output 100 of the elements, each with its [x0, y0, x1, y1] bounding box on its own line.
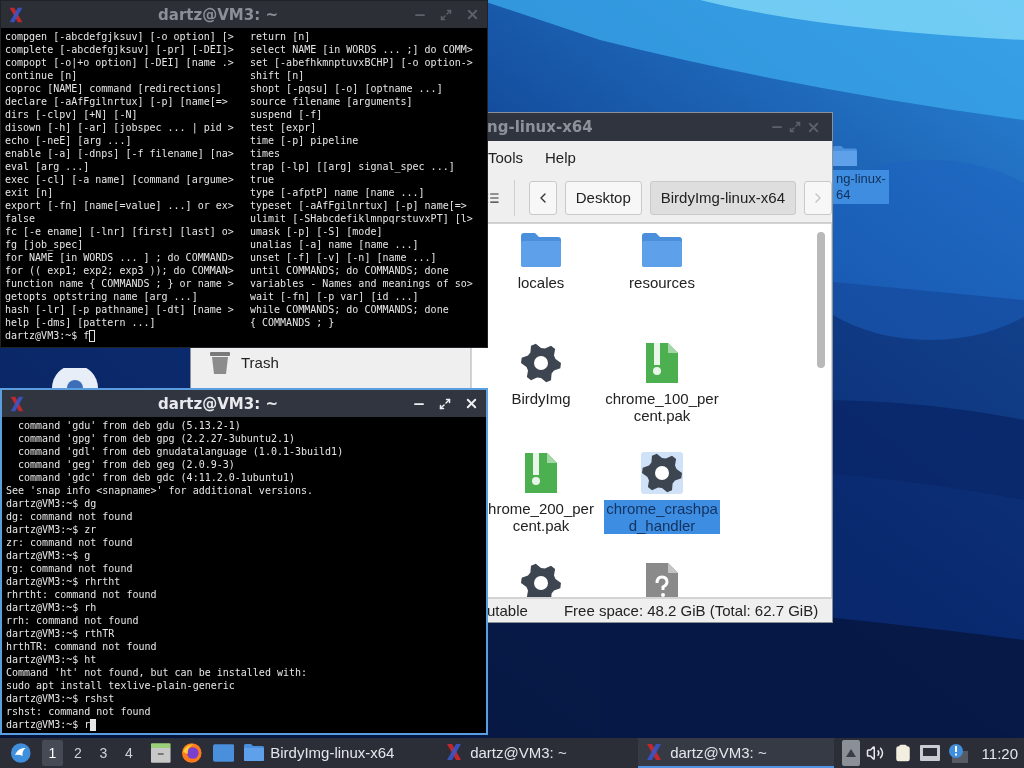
start-menu-icon[interactable]: [10, 742, 32, 764]
status-text: utable: [487, 602, 528, 619]
terminal-line: shift [n]: [250, 69, 306, 82]
maximize-icon[interactable]: [439, 397, 451, 410]
terminal-line: rg: command not found: [6, 562, 134, 575]
terminal-line: true: [250, 173, 276, 186]
workspace-button[interactable]: 2: [67, 740, 89, 766]
text-cursor: [90, 718, 97, 731]
file-item[interactable]: [520, 562, 562, 597]
terminal-line: dartz@VM3:~$ rshst: [6, 692, 116, 705]
terminal-prompt: dartz@VM3:~$ r: [6, 718, 91, 731]
back-button[interactable]: [528, 180, 557, 215]
terminal-line: test [expr]: [250, 121, 318, 134]
terminal-line: exit [n]: [5, 186, 55, 199]
terminal-line: times: [250, 147, 282, 160]
file-item[interactable]: [641, 452, 683, 494]
terminal-line: dartz@VM3:~$ zr: [6, 523, 98, 536]
terminal-line: dartz@VM3:~$ dg: [6, 497, 98, 510]
gear-icon: [642, 453, 682, 493]
folder-icon: [642, 233, 682, 267]
volume-icon[interactable]: [866, 744, 885, 762]
terminal-line: continue [n]: [5, 69, 79, 82]
terminal-line: false: [5, 212, 37, 225]
folder-icon: [833, 146, 857, 167]
clipboard-icon[interactable]: [893, 744, 912, 762]
file-name[interactable]: BirdyImg: [509, 390, 573, 407]
terminal-line: compgen [-abcdefgjksuv] [-o option] [>: [5, 30, 235, 43]
terminal-line: command 'gdc' from deb gdc (4:11.2.0-1ubuntu1): [17, 471, 296, 484]
terminal-line: export [-fn] [name[=value] ...] or ex>: [5, 199, 235, 212]
terminal-line: dartz@VM3:~$ rhrtht: [6, 575, 122, 588]
clock: 11:20: [981, 744, 1019, 762]
terminal-line: fc [-e ename] [-lnr] [first] [last] o>: [5, 225, 235, 238]
path-button[interactable]: BirdyImg-linux-x64: [649, 180, 796, 215]
terminal-line: complete [-abcdefgjksuv] [-pr] [-DEI]>: [5, 43, 235, 56]
terminal-line: fg [job_spec]: [5, 238, 85, 251]
taskbar-task[interactable]: BirdyImg-linux-x64: [238, 738, 435, 768]
workspace-button[interactable]: 1: [41, 740, 64, 766]
terminal-line: source filename [arguments]: [250, 95, 414, 108]
folder-icon: [521, 233, 561, 267]
terminal-line: trap [-lp] [[arg] signal_spec ...]: [250, 160, 456, 173]
terminal-line: dartz@VM3:~$ g: [6, 549, 92, 562]
file-item[interactable]: [520, 342, 562, 384]
browser-icon[interactable]: [181, 742, 203, 764]
file-name[interactable]: chrome_100_per cent.pak: [603, 390, 721, 424]
terminal-line: select NAME [in WORDS ... ;] do COMM>: [250, 43, 474, 56]
terminal-line: enable [-a] [-dnps] [-f filename] [na>: [5, 147, 235, 160]
terminal-line: wait [-fn] [-p var] [id ...]: [250, 290, 420, 303]
terminal-line: See 'snap info <snapname>' for additional versions.: [6, 484, 315, 497]
tray-expand-button[interactable]: [842, 740, 860, 766]
terminal-line: command 'gpg' from deb gpg (2.2.27-3ubuntu2.1): [17, 432, 296, 445]
terminal-line: exec [-cl] [-a name] [command [argume>: [5, 173, 235, 186]
terminal-line: umask [-p] [-S] [mode]: [250, 225, 384, 238]
network-icon[interactable]: [920, 745, 941, 761]
show-desktop-icon[interactable]: [212, 744, 235, 762]
taskbar-task[interactable]: dartz@VM3: ~: [438, 738, 635, 768]
path-button[interactable]: Desktop: [564, 180, 642, 215]
file-name[interactable]: hrome_200_per cent.pak: [486, 500, 596, 534]
terminal-prompt: dartz@VM3:~$ f: [5, 329, 90, 342]
text-cursor: [89, 329, 96, 342]
terminal-line: sudo apt install texlive-plain-generic: [6, 679, 236, 692]
gear-icon: [521, 343, 561, 383]
file-manager-icon[interactable]: [149, 743, 172, 763]
terminal-line: time [-p] pipeline: [250, 134, 360, 147]
file-name[interactable]: resources: [627, 274, 697, 291]
window-title: dartz@VM3: ~: [157, 394, 279, 413]
terminal-line: eval [arg ...]: [5, 160, 91, 173]
terminal-line: dartz@VM3:~$ ht: [6, 653, 98, 666]
archive-icon: [525, 453, 557, 493]
terminal-line: shopt [-pqsu] [-o] [optname ...]: [250, 82, 444, 95]
taskbar-task[interactable]: dartz@VM3: ~: [638, 738, 835, 768]
terminal-line: ulimit [-SHabcdefiklmnpqrstuvxPT] [l>: [250, 212, 474, 225]
menu-item[interactable]: Help: [545, 148, 576, 166]
free-space-text: Free space: 48.2 GiB (Total: 62.7 GiB): [563, 602, 819, 619]
window-title: ng-linux-x64: [487, 118, 594, 136]
terminal-line: command 'geg' from deb geg (2.0.9-3): [17, 458, 236, 471]
terminal-line: type [-afptP] name [name ...]: [250, 186, 426, 199]
terminal-line: until COMMANDS; do COMMANDS; done: [250, 264, 450, 277]
terminal-line: dartz@VM3:~$ rthTR: [6, 627, 116, 640]
terminal-line: rhrtht: command not found: [6, 588, 158, 601]
desktop-icon-label[interactable]: ng-linux- 64: [833, 170, 889, 205]
terminal-line: getopts optstring name [arg ...]: [5, 290, 199, 303]
workspace-button[interactable]: 4: [118, 740, 140, 766]
terminal-line: dartz@VM3:~$ rh: [6, 601, 98, 614]
window-title: dartz@VM3: ~: [157, 5, 279, 24]
terminal-line: variables - Names and meanings of so>: [250, 277, 474, 290]
file-name[interactable]: locales: [515, 274, 567, 291]
terminal-line: typeset [-aAfFgilnrtux] [-p] name[=>: [250, 199, 468, 212]
scrollbar-thumb[interactable]: [817, 232, 825, 368]
file-name[interactable]: chrome_crashpa d_handler: [604, 500, 720, 534]
terminal-line: command 'gdl' from deb gnudatalanguage (1.0.1-3build1): [17, 445, 345, 458]
terminal-line: hrthTR: command not found: [6, 640, 158, 653]
sidebar-item[interactable]: Trash: [241, 353, 279, 371]
terminal-line: unset [-f] [-v] [-n] [name ...]: [250, 251, 438, 264]
archive-icon: [646, 343, 678, 383]
terminal-line: suspend [-f]: [250, 108, 324, 121]
menu-item[interactable]: Tools: [488, 148, 524, 166]
folder-icon: [244, 743, 265, 761]
terminal-line: { COMMANDS ; }: [250, 316, 336, 329]
notification-icon[interactable]: [947, 743, 968, 763]
workspace-button[interactable]: 3: [92, 740, 115, 766]
